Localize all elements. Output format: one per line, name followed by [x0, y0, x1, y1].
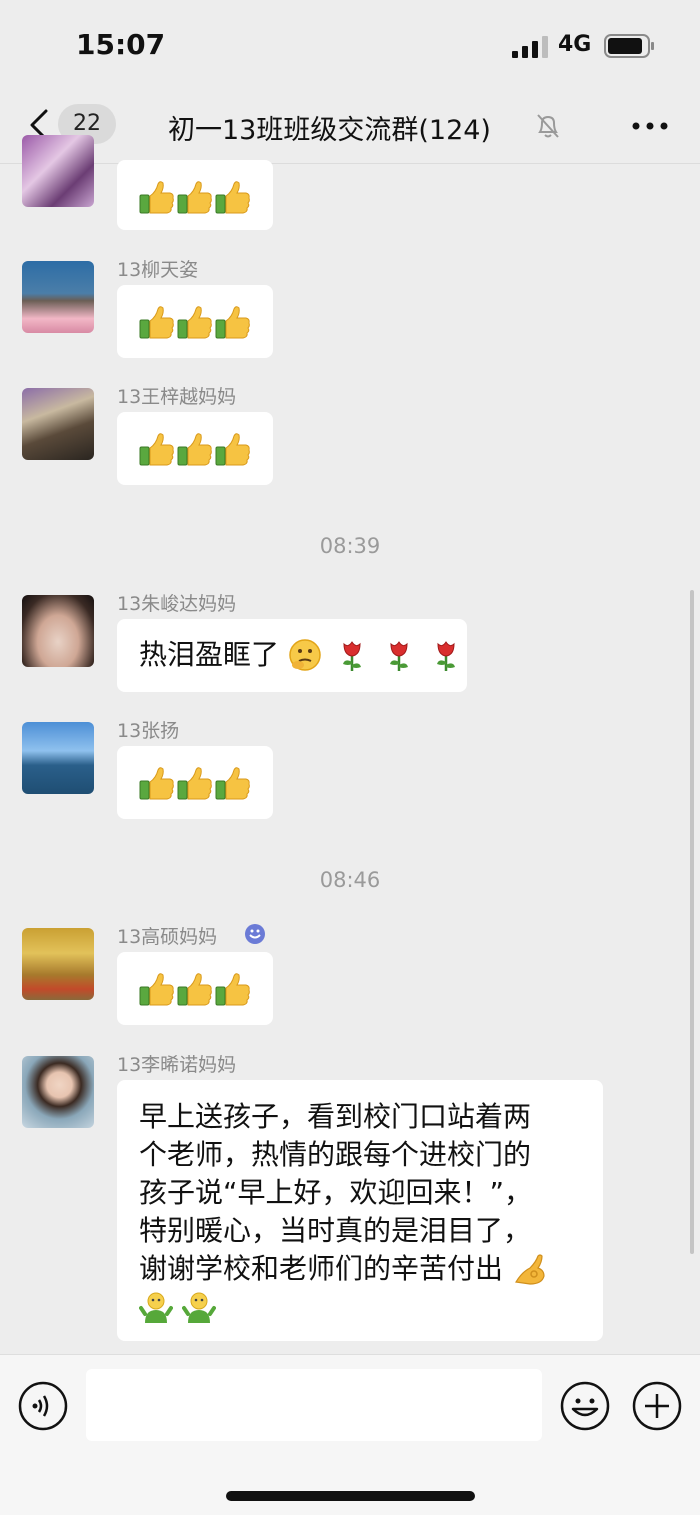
message-text-line: 个老师，热情的跟每个进校门的 [139, 1138, 532, 1171]
message-bubble[interactable]: 早上送孩子，看到校门口站着两 个老师，热情的跟每个进校门的 孩子说“早上好，欢迎… [117, 1080, 603, 1341]
chat-title: 初一13班班级交流群(124) [168, 115, 491, 146]
battery-icon [604, 34, 654, 58]
message-text-line: 早上送孩子，看到校门口站着两 [139, 1100, 532, 1133]
avatar[interactable] [22, 261, 94, 333]
avatar[interactable] [22, 135, 94, 207]
sender-name: 13王梓越妈妈 [117, 386, 237, 408]
sender-name: 13张扬 [117, 720, 180, 742]
message-bubble[interactable] [117, 746, 273, 819]
message-bubble[interactable] [117, 412, 273, 485]
home-indicator[interactable] [226, 1491, 475, 1501]
network-label: 4G [558, 32, 592, 57]
waving-person-icon [139, 1291, 173, 1325]
thumbs-up-icon [139, 973, 250, 1006]
plus-icon[interactable] [632, 1381, 682, 1431]
message-item [0, 135, 700, 235]
thumbs-up-icon [139, 181, 250, 214]
thumbs-up-icon [139, 433, 250, 466]
message-text-line: 孩子说“早上好，欢迎回来！”， [139, 1176, 533, 1209]
smiley-icon[interactable] [560, 1381, 610, 1431]
waving-person-icon [181, 1291, 216, 1325]
rose-icon [435, 640, 456, 673]
thumbs-up-icon [139, 767, 250, 800]
avatar[interactable] [22, 1056, 94, 1128]
message-item: 13朱峻达妈妈 热泪盈眶了 [0, 589, 700, 699]
message-item: 13柳天姿 [0, 255, 700, 365]
message-item: 13张扬 [0, 716, 700, 826]
input-bar [0, 1354, 700, 1515]
ok-hand-icon [514, 1254, 545, 1285]
thumbs-up-icon [139, 306, 250, 339]
signal-icon [512, 36, 548, 58]
avatar[interactable] [22, 388, 94, 460]
message-bubble[interactable] [117, 285, 273, 358]
chat-header: 22 初一13班班级交流群(124) [0, 90, 700, 164]
avatar[interactable] [22, 722, 94, 794]
rose-icon [388, 640, 409, 673]
smiley-badge-icon [245, 924, 265, 944]
message-item: 13高硕妈妈 [0, 922, 700, 1032]
message-text: 热泪盈眶了 [139, 638, 280, 671]
avatar[interactable] [22, 928, 94, 1000]
message-item: 13王梓越妈妈 [0, 382, 700, 492]
message-bubble[interactable] [117, 952, 273, 1025]
message-text-line: 谢谢学校和老师们的辛苦付出 [139, 1252, 504, 1285]
ellipsis-icon[interactable] [630, 120, 670, 132]
sender-name: 13柳天姿 [117, 259, 199, 281]
message-bubble[interactable] [117, 160, 273, 230]
sender-name: 13李晞诺妈妈 [117, 1054, 237, 1076]
status-bar: 15:07 4G [0, 0, 700, 90]
scrollbar[interactable] [690, 590, 694, 1254]
message-bubble[interactable]: 热泪盈眶了 [117, 619, 467, 692]
bell-slash-icon [537, 114, 559, 138]
message-input[interactable] [86, 1369, 542, 1441]
voice-icon[interactable] [18, 1381, 68, 1431]
message-item: 13李晞诺妈妈 早上送孩子，看到校门口站着两 个老师，热情的跟每个进校门的 孩子… [0, 1050, 700, 1345]
message-text-line: 特别暖心，当时真的是泪目了， [139, 1214, 532, 1247]
sender-name: 13朱峻达妈妈 [117, 593, 237, 615]
avatar[interactable] [22, 595, 94, 667]
rose-icon [341, 640, 363, 673]
sender-name: 13高硕妈妈 [117, 926, 218, 948]
status-time: 15:07 [76, 28, 166, 61]
timestamp: 08:39 [319, 534, 381, 558]
thinking-face-icon [289, 639, 321, 671]
timestamp: 08:46 [319, 868, 381, 892]
